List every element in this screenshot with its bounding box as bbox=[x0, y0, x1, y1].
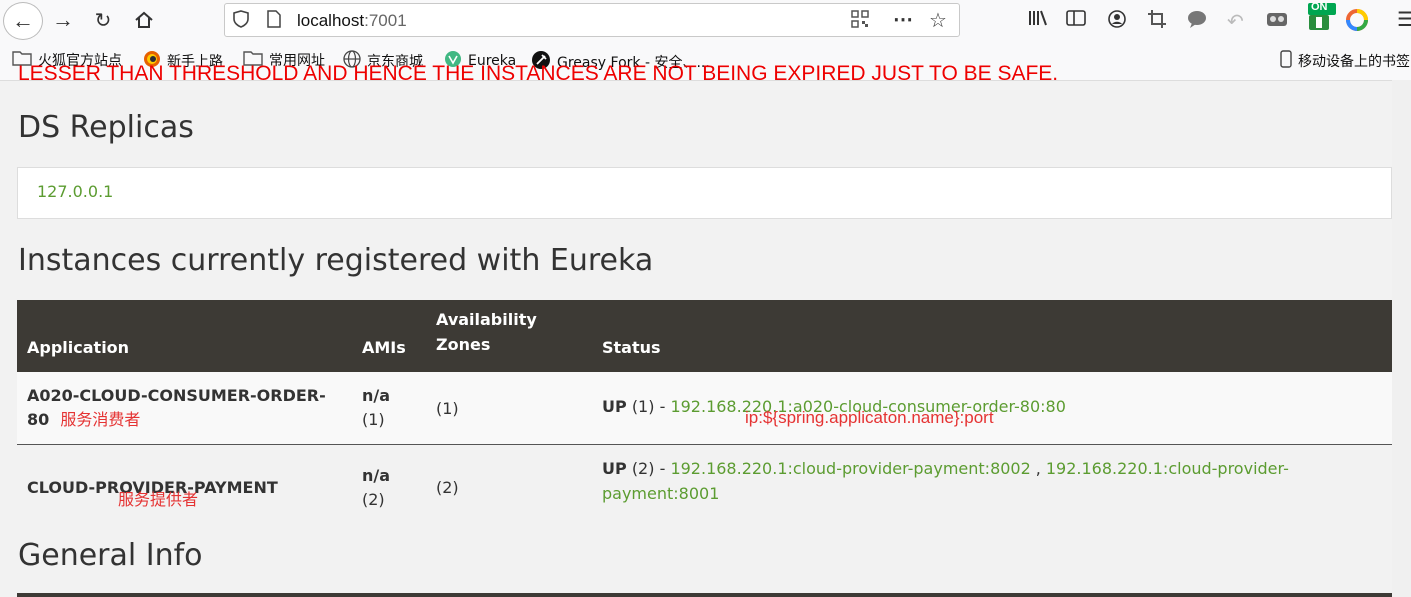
replica-list: 127.0.0.1 bbox=[17, 167, 1392, 219]
reload-icon: ↻ bbox=[94, 9, 112, 32]
container-icon[interactable] bbox=[1266, 9, 1288, 29]
account-icon[interactable] bbox=[1107, 9, 1127, 29]
consumer-note: 服务消费者 bbox=[60, 410, 141, 429]
forward-button[interactable]: → bbox=[48, 5, 78, 35]
back-button[interactable]: ← bbox=[3, 2, 43, 40]
replica-link[interactable]: 127.0.0.1 bbox=[37, 182, 113, 201]
mobile-bookmarks[interactable]: 移动设备上的书签 bbox=[1280, 50, 1410, 72]
table-row: CLOUD-PROVIDER-PAYMENT 服务提供者 n/a (2) (2)… bbox=[17, 445, 1392, 531]
undo-icon[interactable]: ↶ bbox=[1227, 9, 1244, 34]
url-bar[interactable]: localhost:7001 ⋯ ☆ bbox=[224, 3, 960, 37]
library-icon[interactable] bbox=[1028, 9, 1048, 27]
page-icon[interactable] bbox=[267, 10, 281, 28]
instances-title: Instances currently registered with Eure… bbox=[18, 243, 654, 278]
table-header-row: Application AMIs Availability Zones Stat… bbox=[17, 300, 1392, 372]
qr-code-icon[interactable] bbox=[851, 10, 869, 28]
status-cell: UP (1) - 192.168.220.1:a020-cloud-consum… bbox=[592, 372, 1392, 445]
amis-cell: n/a (1) bbox=[352, 372, 426, 445]
table-row: A020-CLOUD-CONSUMER-ORDER-80 服务消费者 n/a (… bbox=[17, 372, 1392, 445]
bookmark-star-icon[interactable]: ☆ bbox=[929, 8, 947, 33]
crop-screenshot-icon[interactable] bbox=[1147, 9, 1167, 29]
application-cell: A020-CLOUD-CONSUMER-ORDER-80 服务消费者 bbox=[17, 372, 352, 445]
status-cell: UP (2) - 192.168.220.1:cloud-provider-pa… bbox=[602, 459, 1289, 503]
reload-button[interactable]: ↻ bbox=[88, 5, 118, 35]
extension-badge: ON bbox=[1311, 1, 1328, 13]
more-actions-icon[interactable]: ⋯ bbox=[893, 7, 913, 32]
header-application: Application bbox=[17, 300, 352, 372]
header-availability-zones: Availability Zones bbox=[426, 300, 592, 372]
arrow-left-icon: ← bbox=[12, 8, 34, 33]
menu-icon[interactable]: ☰ bbox=[1397, 7, 1411, 32]
ip-format-annotation: ip:${spring.applicaton.name}:port bbox=[745, 408, 994, 427]
amis-cell: n/a (2) bbox=[362, 465, 391, 509]
provider-note: 服务提供者 bbox=[118, 490, 199, 509]
arrow-right-icon: → bbox=[52, 7, 74, 32]
zones-cell: (1) bbox=[426, 372, 592, 445]
color-wheel-icon[interactable] bbox=[1346, 9, 1368, 31]
instances-table: Application AMIs Availability Zones Stat… bbox=[17, 300, 1392, 530]
home-icon bbox=[135, 11, 153, 28]
general-info-title: General Info bbox=[18, 538, 203, 573]
instance-link[interactable]: 192.168.220.1:cloud-provider-payment:800… bbox=[670, 459, 1030, 478]
browser-toolbar: ← → ↻ localhost:7001 ⋯ ☆ ↶ ON ☰ bbox=[0, 0, 1411, 40]
application-cell: CLOUD-PROVIDER-PAYMENT 服务提供者 bbox=[17, 445, 352, 531]
self-preservation-warning: LESSER THAN THRESHOLD AND HENCE THE INST… bbox=[18, 62, 1059, 85]
url-text[interactable]: localhost:7001 bbox=[297, 11, 407, 31]
sidebar-icon[interactable] bbox=[1066, 9, 1086, 27]
chat-icon[interactable] bbox=[1186, 9, 1208, 29]
header-amis: AMIs bbox=[352, 300, 426, 372]
general-info-table-header bbox=[17, 593, 1392, 597]
ds-replicas-title: DS Replicas bbox=[18, 110, 194, 145]
home-button[interactable] bbox=[129, 5, 159, 35]
zones-cell: (2) bbox=[436, 478, 459, 497]
shield-icon[interactable] bbox=[233, 10, 249, 28]
mobile-device-icon bbox=[1280, 50, 1292, 72]
scrollbar[interactable] bbox=[1392, 80, 1411, 597]
header-status: Status bbox=[592, 300, 1392, 372]
